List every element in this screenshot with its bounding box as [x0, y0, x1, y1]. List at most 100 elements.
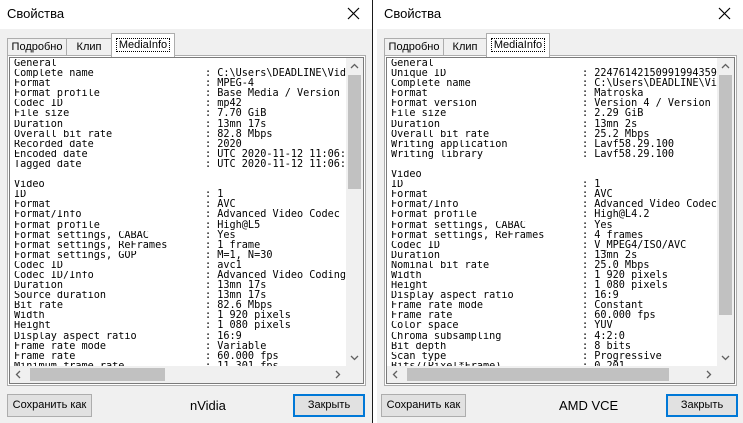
info-key: Frame rate mode [391, 301, 484, 312]
vertical-scroll-thumb[interactable] [348, 75, 361, 189]
info-line: Codec ID: mp42 [14, 99, 352, 109]
horizontal-scroll-thumb[interactable] [407, 368, 669, 381]
horizontal-scrollbar[interactable] [10, 366, 346, 383]
info-line: Format settings, GOP: M=1, N=30 [14, 250, 352, 261]
scroll-up-arrow-icon[interactable] [717, 58, 734, 75]
info-line: Nominal bit rate: 25.0 Mbps [391, 260, 729, 271]
info-line: File size: 7.70 GiB [14, 109, 352, 119]
info-line: Complete name: C:\Users\DEADLINE\Vide [14, 68, 352, 80]
close-icon[interactable] [342, 2, 366, 26]
info-key: Format settings, ReFrames [391, 230, 545, 241]
info-line: Frame rate: 60.000 fps [14, 351, 352, 362]
info-key: Nominal bit rate [391, 260, 490, 271]
encoder-caption: nVidia [190, 398, 226, 413]
title-bar: Свойства [377, 0, 743, 29]
info-line: Height: 1 080 pixels [14, 321, 352, 331]
info-key: Format version [391, 99, 477, 110]
info-key: Display aspect ratio [14, 331, 137, 342]
info-line: Tagged date: UTC 2020-11-12 11:06:3 [14, 159, 352, 170]
tab-clip[interactable]: Клип [66, 38, 112, 56]
info-key: Height [14, 321, 51, 332]
scroll-left-arrow-icon[interactable] [10, 366, 27, 383]
info-key: Format settings, ReFrames [14, 240, 168, 251]
tab-clip[interactable]: Клип [443, 38, 487, 56]
info-key: Format profile [14, 220, 100, 231]
tab-details[interactable]: Подробно [384, 38, 444, 56]
info-line: Frame rate: 60.000 fps [391, 311, 729, 321]
info-line: Color space: YUV [391, 321, 729, 331]
info-line: Frame rate mode: Constant [391, 301, 729, 311]
mediainfo-text-area[interactable]: General Complete name: C:\Users\DEADLINE\… [9, 57, 364, 384]
info-line: Format settings, ReFrames: 1 frame [14, 240, 352, 251]
info-value: : High@L4.2 [582, 209, 650, 221]
scroll-up-arrow-icon[interactable] [346, 58, 363, 75]
tab-mediainfo[interactable]: MediaInfo [111, 33, 175, 57]
info-key: Format settings, CABAC [14, 230, 149, 241]
save-as-button[interactable]: Сохранить как [7, 394, 92, 417]
tab-details[interactable]: Подробно [7, 38, 67, 56]
save-as-button[interactable]: Сохранить как [381, 394, 466, 417]
info-line: ID: 1 [14, 190, 352, 200]
info-key: Writing application [391, 139, 508, 150]
vertical-scrollbar[interactable] [717, 58, 734, 366]
info-key: Format [391, 190, 428, 201]
scroll-right-arrow-icon[interactable] [329, 366, 346, 383]
info-value: : Lavf58.29.100 [582, 148, 675, 160]
info-key: Encoded date [14, 149, 88, 160]
info-key: Source duration [14, 291, 107, 302]
info-line: Format settings, CABAC: Yes [391, 220, 729, 231]
info-key: Format settings, GOP [14, 250, 137, 261]
scroll-down-arrow-icon[interactable] [717, 349, 734, 366]
info-key: Complete name [14, 69, 94, 80]
tab-mediainfo[interactable]: MediaInfo [486, 33, 550, 57]
info-key: Frame rate [14, 351, 76, 362]
info-key: Color space [391, 321, 459, 332]
close-button[interactable]: Закрыть [293, 394, 365, 417]
info-line: ID: 1 [391, 179, 729, 190]
scroll-right-arrow-icon[interactable] [700, 366, 717, 383]
info-key: Format profile [391, 210, 477, 221]
vertical-scrollbar[interactable] [346, 58, 363, 366]
properties-dialog-nvidia: Свойства Подробно Клип MediaInfo General… [0, 0, 373, 423]
encoder-caption: AMD VCE [559, 398, 619, 413]
info-line: Complete name: C:\Users\DEADLINE\Vide [391, 79, 729, 89]
info-key: Video [14, 180, 45, 191]
mediainfo-text-area[interactable]: General Unique ID: 224761421509919943598(… [386, 57, 735, 384]
info-key: Codec ID [14, 260, 64, 271]
info-line: Height: 1 080 pixels [391, 280, 729, 291]
info-key: Frame rate [391, 311, 453, 322]
scroll-down-arrow-icon[interactable] [346, 349, 363, 366]
info-key: Video [391, 170, 422, 181]
info-key: Complete name [391, 79, 471, 90]
info-line: Video [391, 170, 729, 180]
close-button[interactable]: Закрыть [666, 394, 738, 417]
title-bar: Свойства [0, 0, 372, 29]
info-key: General [391, 59, 434, 69]
info-key: Format [391, 89, 428, 100]
tab-mediainfo-label: MediaInfo [115, 38, 171, 52]
window-title: Свойства [7, 6, 65, 21]
horizontal-scroll-thumb[interactable] [30, 368, 165, 381]
info-key: Bit depth [391, 341, 447, 352]
info-line [14, 170, 352, 180]
info-line: Display aspect ratio: 16:9 [14, 331, 352, 342]
info-key: General [14, 59, 57, 69]
info-key: Codec ID [391, 240, 441, 251]
vertical-scroll-thumb[interactable] [719, 75, 732, 315]
info-key: Format settings, CABAC [391, 220, 526, 231]
info-line: Duration: 13mn 2s [391, 250, 729, 261]
info-key: Width [14, 311, 45, 322]
scroll-left-arrow-icon[interactable] [387, 366, 404, 383]
info-line: Format settings, CABAC: Yes [14, 230, 352, 241]
info-key: Display aspect ratio [391, 291, 514, 302]
info-key: Tagged date [14, 159, 82, 170]
info-key: Format/Info [391, 200, 459, 211]
info-line: Width: 1 920 pixels [391, 270, 729, 281]
info-line: Display aspect ratio: 16:9 [391, 291, 729, 301]
close-icon[interactable] [713, 2, 737, 26]
info-line: Frame rate mode: Variable [14, 341, 352, 352]
info-key: Codec ID [14, 99, 64, 110]
info-line: Overall bit rate: 25.2 Mbps [391, 129, 729, 140]
info-line: Chroma subsampling: 4:2:0 [391, 331, 729, 342]
horizontal-scrollbar[interactable] [387, 366, 717, 383]
